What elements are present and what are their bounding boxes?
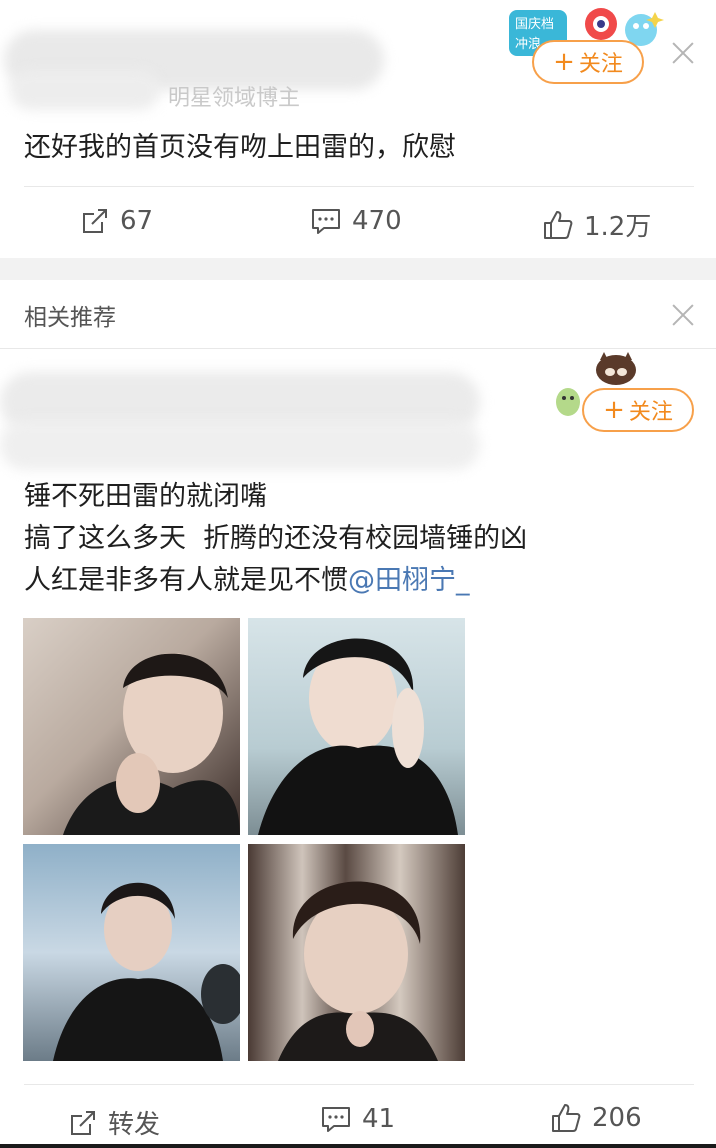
repost-label: 转发 [108, 1110, 161, 1140]
plus-icon: + [553, 47, 575, 77]
comment-icon [322, 1107, 350, 1132]
blurred-avatar [0, 420, 480, 470]
comment-count: 470 [352, 206, 402, 236]
mention-link[interactable]: @田栩宁_ [348, 565, 470, 596]
divider [0, 348, 716, 349]
post-photo-2[interactable] [248, 618, 465, 835]
related-title: 相关推荐 [24, 305, 116, 331]
repost-icon [83, 209, 107, 233]
post-photo-3[interactable] [23, 844, 240, 1061]
divider [24, 1084, 694, 1085]
bottom-edge [0, 1144, 716, 1148]
comment-action[interactable]: 470 [310, 206, 402, 236]
like-action[interactable]: 1.2万 [542, 206, 651, 243]
follow-label: 关注 [578, 52, 623, 77]
repost-action[interactable]: 67 [80, 206, 153, 236]
post-text-line-2: 搞了这么多天 折腾的还没有校园墙锤的凶 [24, 523, 528, 554]
comment-action[interactable]: 41 [320, 1104, 395, 1134]
comment-count: 41 [362, 1104, 396, 1134]
repost-action[interactable]: 转发 [68, 1104, 160, 1141]
repost-count: 67 [120, 206, 154, 236]
like-count: 206 [592, 1103, 642, 1133]
post-text-line-1: 锤不死田雷的就闭嘴 [24, 481, 267, 512]
author-subtitle: 明星领域博主 [168, 86, 301, 111]
like-action[interactable]: 206 [550, 1102, 642, 1134]
divider [24, 186, 694, 187]
post-text-line-3-text: 人红是非多有人就是见不惯 [24, 565, 348, 596]
follow-button[interactable]: + 关注 [532, 40, 644, 84]
post-photo-1[interactable] [23, 618, 240, 835]
repost-icon [71, 1110, 95, 1135]
like-icon [552, 1104, 581, 1132]
close-icon[interactable] [671, 41, 695, 65]
plus-icon: + [603, 395, 625, 425]
post-text-line-3: 人红是非多有人就是见不惯@田栩宁_ [24, 561, 470, 601]
like-count: 1.2万 [584, 212, 652, 242]
post-photo-4[interactable] [248, 844, 465, 1061]
follow-label: 关注 [628, 400, 673, 425]
comment-icon [312, 209, 340, 234]
like-icon [544, 210, 573, 239]
post-text: 还好我的首页没有吻上田雷的，欣慰 [24, 132, 456, 163]
follow-button[interactable]: + 关注 [582, 388, 694, 432]
close-icon[interactable] [671, 303, 695, 327]
blurred-avatar [10, 70, 160, 110]
section-separator [0, 258, 716, 280]
svg-text:国庆档: 国庆档 [515, 17, 554, 32]
